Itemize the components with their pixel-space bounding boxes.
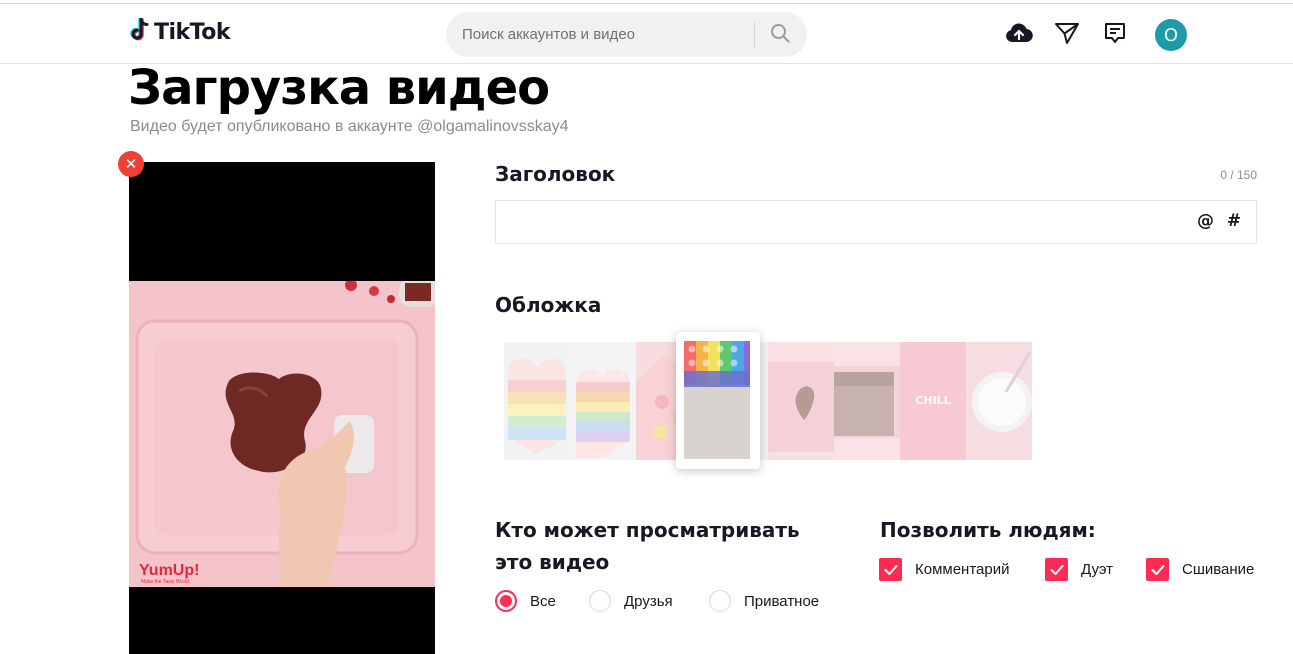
tiktok-logo[interactable]: TikTok xyxy=(130,16,231,47)
cover-thumbnail[interactable] xyxy=(504,342,570,460)
radio-label: Друзья xyxy=(624,592,673,610)
allow-comments-checkbox[interactable]: Комментарий xyxy=(879,558,1009,581)
checkmark-icon xyxy=(1045,558,1068,581)
radio-label: Все xyxy=(530,592,556,610)
video-watermark-text: YumUp! xyxy=(139,562,199,579)
inbox-message-icon xyxy=(1103,21,1127,50)
caption-label: Заголовок xyxy=(495,162,616,186)
cover-thumbnail[interactable] xyxy=(966,342,1032,460)
page-title: Загрузка видео xyxy=(128,60,550,116)
video-preview[interactable]: YumUp! Make the Tasty World xyxy=(129,162,435,654)
cover-thumbnail[interactable]: CHILL xyxy=(900,342,966,460)
search-icon xyxy=(770,23,790,48)
visibility-label-line1: Кто может просматривать xyxy=(495,518,800,542)
selected-cover-thumbnail xyxy=(684,341,750,459)
cloud-upload-icon xyxy=(1005,22,1033,49)
profile-avatar[interactable]: O xyxy=(1155,19,1187,51)
search-divider xyxy=(754,22,755,48)
top-navbar: TikTok O xyxy=(0,4,1293,64)
visibility-option-private[interactable]: Приватное xyxy=(709,590,819,612)
radio-selected-icon xyxy=(495,590,517,612)
radio-unselected-icon xyxy=(709,590,731,612)
cover-thumbnail[interactable] xyxy=(570,342,636,460)
checkmark-icon xyxy=(1146,558,1169,581)
radio-unselected-icon xyxy=(589,590,611,612)
permissions-label: Позволить людям: xyxy=(880,518,1096,542)
page-subtitle: Видео будет опубликовано в аккаунте @olg… xyxy=(130,118,569,135)
inbox-button[interactable] xyxy=(1100,20,1130,50)
checkbox-label: Дуэт xyxy=(1081,561,1114,578)
messages-button[interactable] xyxy=(1052,20,1082,50)
cover-thumbnail[interactable] xyxy=(768,342,834,460)
allow-duet-checkbox[interactable]: Дуэт xyxy=(1045,558,1113,581)
visibility-label-line2: это видео xyxy=(495,550,610,574)
checkmark-icon xyxy=(879,558,902,581)
cover-thumbnail-strip[interactable]: CHILL xyxy=(504,342,1032,460)
radio-label: Приватное xyxy=(744,592,820,610)
search-button[interactable] xyxy=(764,22,796,48)
caption-counter: 0 / 150 xyxy=(1220,168,1257,182)
cover-thumbnail[interactable] xyxy=(834,342,900,460)
visibility-option-friends[interactable]: Друзья xyxy=(589,590,673,612)
logo-text: TikTok xyxy=(154,20,231,45)
paper-plane-icon xyxy=(1054,21,1080,50)
checkbox-label: Сшивание xyxy=(1182,561,1255,578)
allow-stitch-checkbox[interactable]: Сшивание xyxy=(1146,558,1254,581)
checkbox-label: Комментарий xyxy=(915,561,1010,578)
video-frame-image: YumUp! Make the Tasty World xyxy=(129,281,435,587)
cover-thumb-text: CHILL xyxy=(915,394,950,407)
selected-cover-frame[interactable] xyxy=(676,332,760,469)
search-bar xyxy=(446,12,807,57)
svg-text:Make the Tasty World: Make the Tasty World xyxy=(141,579,189,585)
remove-video-button[interactable]: ✕ xyxy=(118,151,144,177)
tiktok-note-icon xyxy=(130,16,150,47)
caption-field: @ # xyxy=(495,200,1257,244)
cover-label: Обложка xyxy=(495,293,602,317)
upload-button[interactable] xyxy=(1004,20,1034,50)
caption-input[interactable] xyxy=(496,201,1186,243)
search-input[interactable] xyxy=(446,12,754,57)
close-icon: ✕ xyxy=(124,156,138,173)
video-frame: YumUp! Make the Tasty World xyxy=(129,281,435,587)
mention-button[interactable]: @ xyxy=(1197,211,1214,231)
hashtag-button[interactable]: # xyxy=(1226,211,1242,231)
visibility-option-all[interactable]: Все xyxy=(495,590,556,612)
